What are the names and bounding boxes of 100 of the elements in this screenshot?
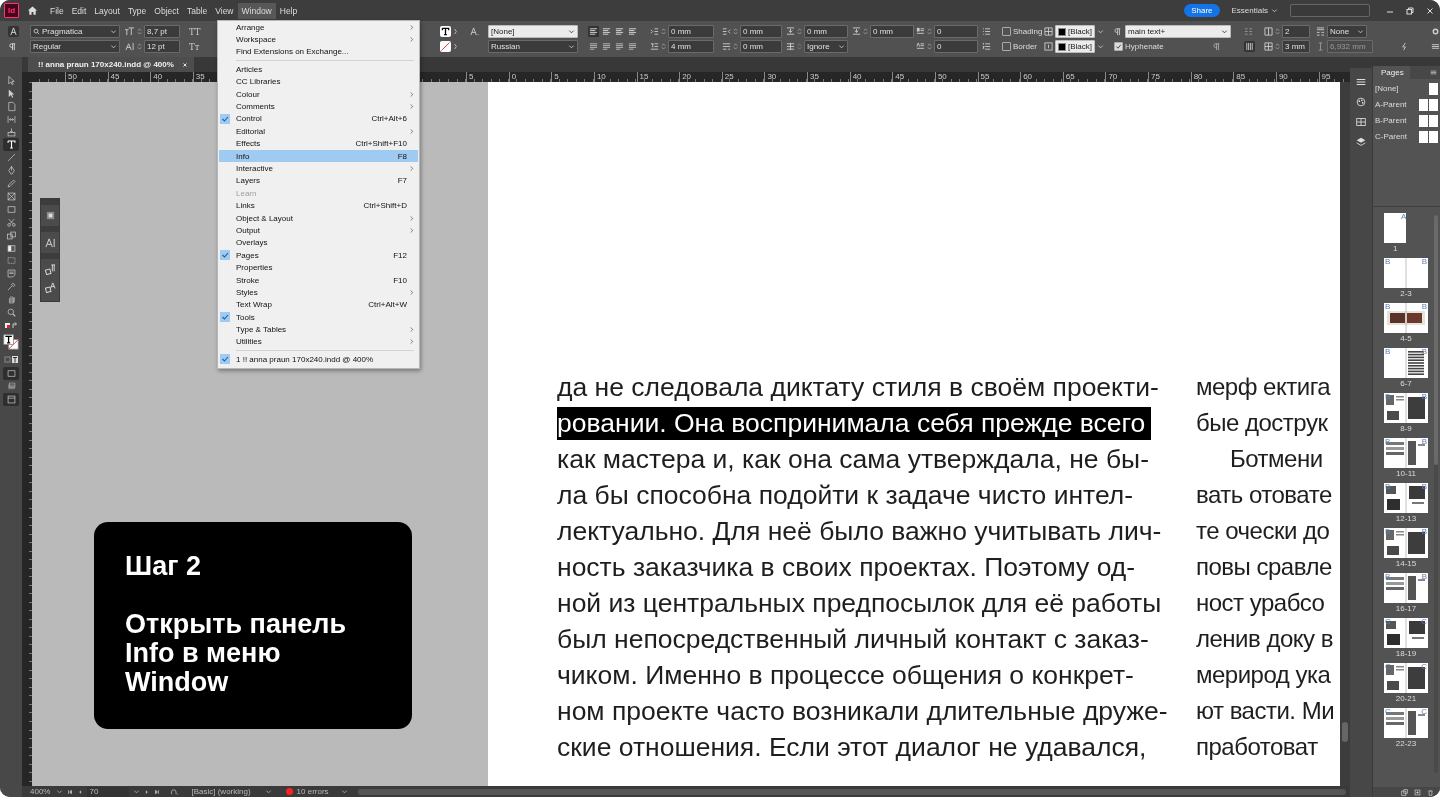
bullet-list-icon[interactable] <box>982 27 991 36</box>
stepper-icon[interactable] <box>137 42 142 51</box>
menu-item[interactable]: Arrange <box>219 21 418 34</box>
horizontal-scrollbar[interactable] <box>357 788 1346 795</box>
border-checkbox[interactable] <box>1002 42 1011 51</box>
justify-icon[interactable] <box>588 41 599 52</box>
preflight-errors-dropdown[interactable]: 10 errors <box>296 787 348 796</box>
tool-button[interactable] <box>3 138 19 152</box>
page-thumbnail[interactable] <box>1384 528 1428 558</box>
page-thumbnail[interactable] <box>1384 663 1428 693</box>
stepper-icon[interactable] <box>927 27 932 36</box>
menu-icon[interactable] <box>1431 42 1440 51</box>
menu-item[interactable]: Control Ctrl+Alt+6 <box>219 112 418 126</box>
shading-checkbox[interactable] <box>1002 27 1011 36</box>
restore-icon[interactable] <box>1405 5 1415 16</box>
right-indent-field[interactable]: 0 mm <box>740 25 782 38</box>
menu-item[interactable]: Find Extensions on Exchange... <box>219 45 418 59</box>
page-thumbnail[interactable] <box>1384 348 1428 378</box>
menu-item[interactable]: Pages F12 <box>219 249 418 262</box>
stepper-icon[interactable] <box>797 27 802 36</box>
menu-item[interactable]: Object & Layout <box>219 211 418 225</box>
parent-page-label[interactable]: C-Parent <box>1375 132 1419 141</box>
links-icon[interactable] <box>1355 116 1367 128</box>
page-thumbnail[interactable] <box>1384 213 1406 243</box>
menu-item[interactable]: Comments <box>219 100 418 113</box>
character-mode-button[interactable] <box>8 26 19 37</box>
page-thumbnail[interactable] <box>1384 393 1428 423</box>
stepper-icon[interactable] <box>661 27 666 36</box>
normal-mode-button[interactable] <box>3 366 19 380</box>
share-button[interactable]: Share <box>1184 4 1220 17</box>
space-before-field[interactable]: 0 mm <box>804 25 848 38</box>
align-icon[interactable] <box>614 26 625 37</box>
first-line-indent-field[interactable]: 4 mm <box>668 40 714 53</box>
menu-icon[interactable] <box>1430 69 1437 76</box>
font-style-dropdown[interactable]: Regular <box>30 40 120 53</box>
page-thumbnail[interactable] <box>1384 708 1428 738</box>
caret-icon[interactable] <box>1097 28 1104 35</box>
menu-item[interactable]: Type <box>123 2 151 19</box>
delete-icon[interactable] <box>1427 788 1434 796</box>
menu-item[interactable]: 1 !! anna praun 170x240.indd @ 400% <box>219 353 418 366</box>
shading-color-field[interactable]: [Black] <box>1055 25 1095 38</box>
page-number-field[interactable]: 70 <box>87 786 130 797</box>
font-field[interactable]: Pragmatica <box>30 25 120 38</box>
preflight-profile-dropdown[interactable]: [Basic] (working) <box>191 787 272 796</box>
page-thumbnail[interactable] <box>1384 618 1428 648</box>
formatting-icon[interactable] <box>3 354 19 365</box>
align-icon[interactable] <box>627 26 638 37</box>
border-color-field[interactable]: [Black] <box>1055 40 1095 53</box>
parent-page-thumbnail[interactable] <box>1419 114 1438 127</box>
numbered-list-icon[interactable] <box>982 42 991 51</box>
caret-icon[interactable] <box>133 788 141 795</box>
justify-icon[interactable] <box>627 41 638 52</box>
baseline-grid-icon[interactable] <box>1244 27 1253 36</box>
scrollbar-thumb[interactable] <box>1342 722 1348 742</box>
stepper-icon[interactable] <box>661 42 666 51</box>
gutter-field[interactable]: 3 mm <box>1282 40 1310 53</box>
parent-page-label[interactable]: A-Parent <box>1375 100 1419 109</box>
align-icon[interactable] <box>601 26 612 37</box>
menu-item[interactable]: Output <box>219 224 418 237</box>
menu-item[interactable]: Stroke F10 <box>219 273 418 287</box>
last-page-icon[interactable] <box>154 788 161 795</box>
grid-icon[interactable] <box>1044 27 1053 36</box>
menu-icon[interactable] <box>1355 76 1367 88</box>
home-icon[interactable] <box>27 5 38 16</box>
all-caps-button[interactable]: TT <box>188 26 202 37</box>
paragraph-icon[interactable] <box>1213 42 1222 51</box>
menu-item[interactable]: Overlays <box>219 236 418 250</box>
leading-field[interactable]: 12 pt <box>144 40 180 53</box>
page-thumbnail[interactable] <box>1384 303 1428 333</box>
parent-page-thumbnail[interactable] <box>1429 82 1438 95</box>
document-tab[interactable]: !! anna praun 170x240.indd @ 400% <box>28 57 194 72</box>
paragraph-mode-icon[interactable] <box>8 42 17 51</box>
caret-icon[interactable] <box>1097 43 1104 50</box>
small-caps-button[interactable]: Tᴛ <box>188 41 201 52</box>
hyphenate-checkbox[interactable] <box>1114 42 1123 51</box>
parent-page-label[interactable]: [None] <box>1375 84 1429 93</box>
stepper-icon[interactable] <box>733 42 738 51</box>
character-panel-button[interactable] <box>43 235 57 249</box>
close-icon[interactable] <box>1425 5 1435 16</box>
parent-page-thumbnail[interactable] <box>1419 130 1438 143</box>
menu-item[interactable]: Tools <box>219 311 418 324</box>
swatches-icon[interactable] <box>1355 96 1367 108</box>
last-line-indent-field[interactable]: 0 mm <box>740 40 782 53</box>
menu-item[interactable]: Text Wrap Ctrl+Alt+W <box>219 298 418 311</box>
preflight-icon[interactable] <box>170 788 180 795</box>
space-after-field[interactable]: 0 mm <box>870 25 914 38</box>
menu-item[interactable]: Type & Tables <box>219 323 418 336</box>
previous-page-icon[interactable] <box>77 788 84 795</box>
menu-item[interactable]: Properties <box>219 261 418 274</box>
columns-field[interactable]: 2 <box>1282 25 1310 38</box>
stepper-icon[interactable] <box>1275 42 1280 51</box>
menu-item[interactable]: Utilities <box>219 335 418 349</box>
menu-item[interactable]: Editorial <box>219 125 418 138</box>
search-field[interactable] <box>1290 4 1370 17</box>
language-dropdown[interactable]: Russian <box>488 40 578 53</box>
menu-item[interactable]: Layers F7 <box>219 174 418 188</box>
align-icon[interactable] <box>588 26 599 37</box>
stepper-icon[interactable] <box>863 27 868 36</box>
stepper-icon[interactable] <box>733 27 738 36</box>
character-styles-button[interactable] <box>43 280 57 294</box>
